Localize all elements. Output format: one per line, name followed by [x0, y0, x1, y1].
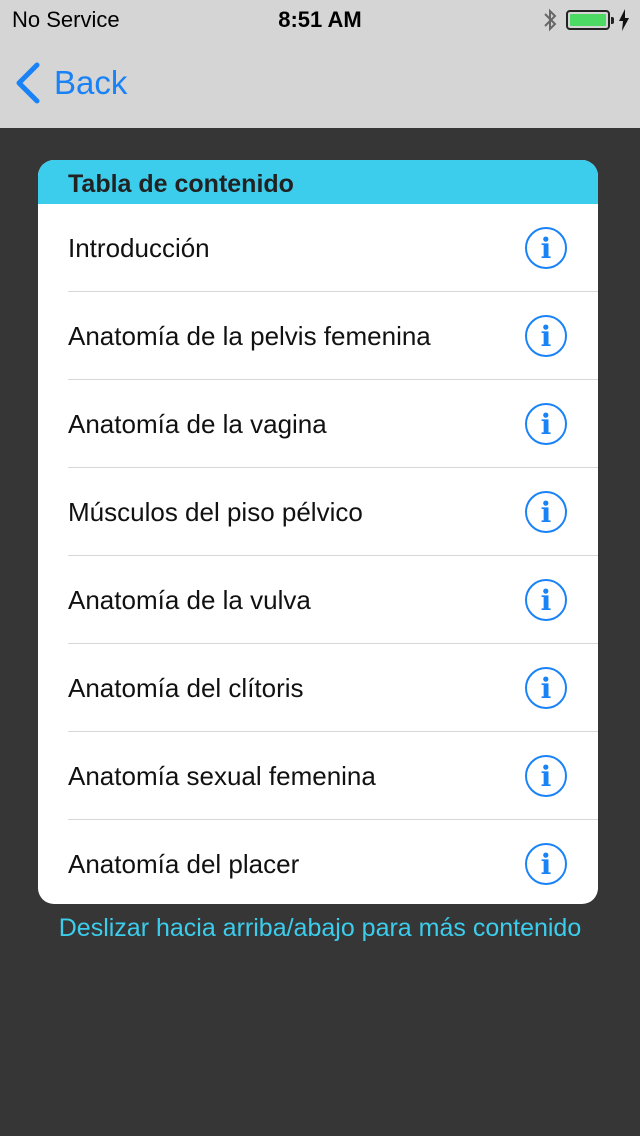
- charging-bolt-icon: [619, 9, 629, 31]
- toc-item-label: Introducción: [68, 233, 210, 263]
- toc-item-label: Anatomía de la vulva: [68, 585, 311, 615]
- info-icon[interactable]: i: [524, 754, 568, 798]
- scroll-hint: Deslizar hacia arriba/abajo para más con…: [58, 914, 582, 942]
- svg-text:i: i: [541, 584, 552, 617]
- back-button[interactable]: Back: [14, 62, 127, 104]
- info-icon[interactable]: i: [524, 226, 568, 270]
- table-of-contents: Tabla de contenido Introducción i Anatomía…: [38, 160, 598, 904]
- toc-item-label: Músculos del piso pélvico: [68, 497, 363, 527]
- toc-item[interactable]: Anatomía del clítoris i: [68, 644, 598, 732]
- toc-item-label: Anatomía del clítoris: [68, 673, 304, 703]
- info-icon[interactable]: i: [524, 578, 568, 622]
- toc-item[interactable]: Anatomía de la pelvis femenina i: [68, 292, 598, 380]
- toc-item[interactable]: Anatomía de la vagina i: [68, 380, 598, 468]
- svg-text:i: i: [541, 320, 552, 353]
- toc-item-label: Anatomía del placer: [68, 849, 300, 879]
- chevron-left-icon: [16, 62, 40, 104]
- svg-text:i: i: [541, 672, 552, 705]
- toc-item-label: Anatomía de la pelvis femenina: [68, 321, 431, 351]
- info-icon[interactable]: i: [524, 842, 568, 886]
- toc-item-label: Anatomía sexual femenina: [68, 761, 376, 791]
- status-bar: No Service 8:51 AM: [0, 0, 640, 40]
- toc-item[interactable]: Músculos del piso pélvico i: [68, 468, 598, 556]
- info-icon[interactable]: i: [524, 490, 568, 534]
- toc-item[interactable]: Anatomía de la vulva i: [68, 556, 598, 644]
- info-icon[interactable]: i: [524, 402, 568, 446]
- svg-text:i: i: [541, 760, 552, 793]
- battery-icon: [566, 10, 614, 30]
- svg-text:i: i: [541, 496, 552, 529]
- svg-text:i: i: [541, 408, 552, 441]
- bluetooth-icon: [544, 8, 557, 32]
- toc-title: Tabla de contenido: [38, 160, 598, 204]
- status-icons: [542, 6, 630, 34]
- info-icon[interactable]: i: [524, 314, 568, 358]
- toc-item[interactable]: Introducción i: [68, 204, 598, 292]
- toc-list: Introducción i Anatomía de la pelvis femen…: [38, 204, 598, 904]
- info-icon[interactable]: i: [524, 666, 568, 710]
- toc-item[interactable]: Anatomía del placer i: [68, 820, 598, 904]
- toc-item[interactable]: Anatomía sexual femenina i: [68, 732, 598, 820]
- svg-text:i: i: [541, 848, 552, 881]
- svg-text:i: i: [541, 232, 552, 265]
- navigation-bar: Back: [0, 40, 640, 128]
- toc-item-label: Anatomía de la vagina: [68, 409, 327, 439]
- back-button-label: Back: [54, 64, 128, 101]
